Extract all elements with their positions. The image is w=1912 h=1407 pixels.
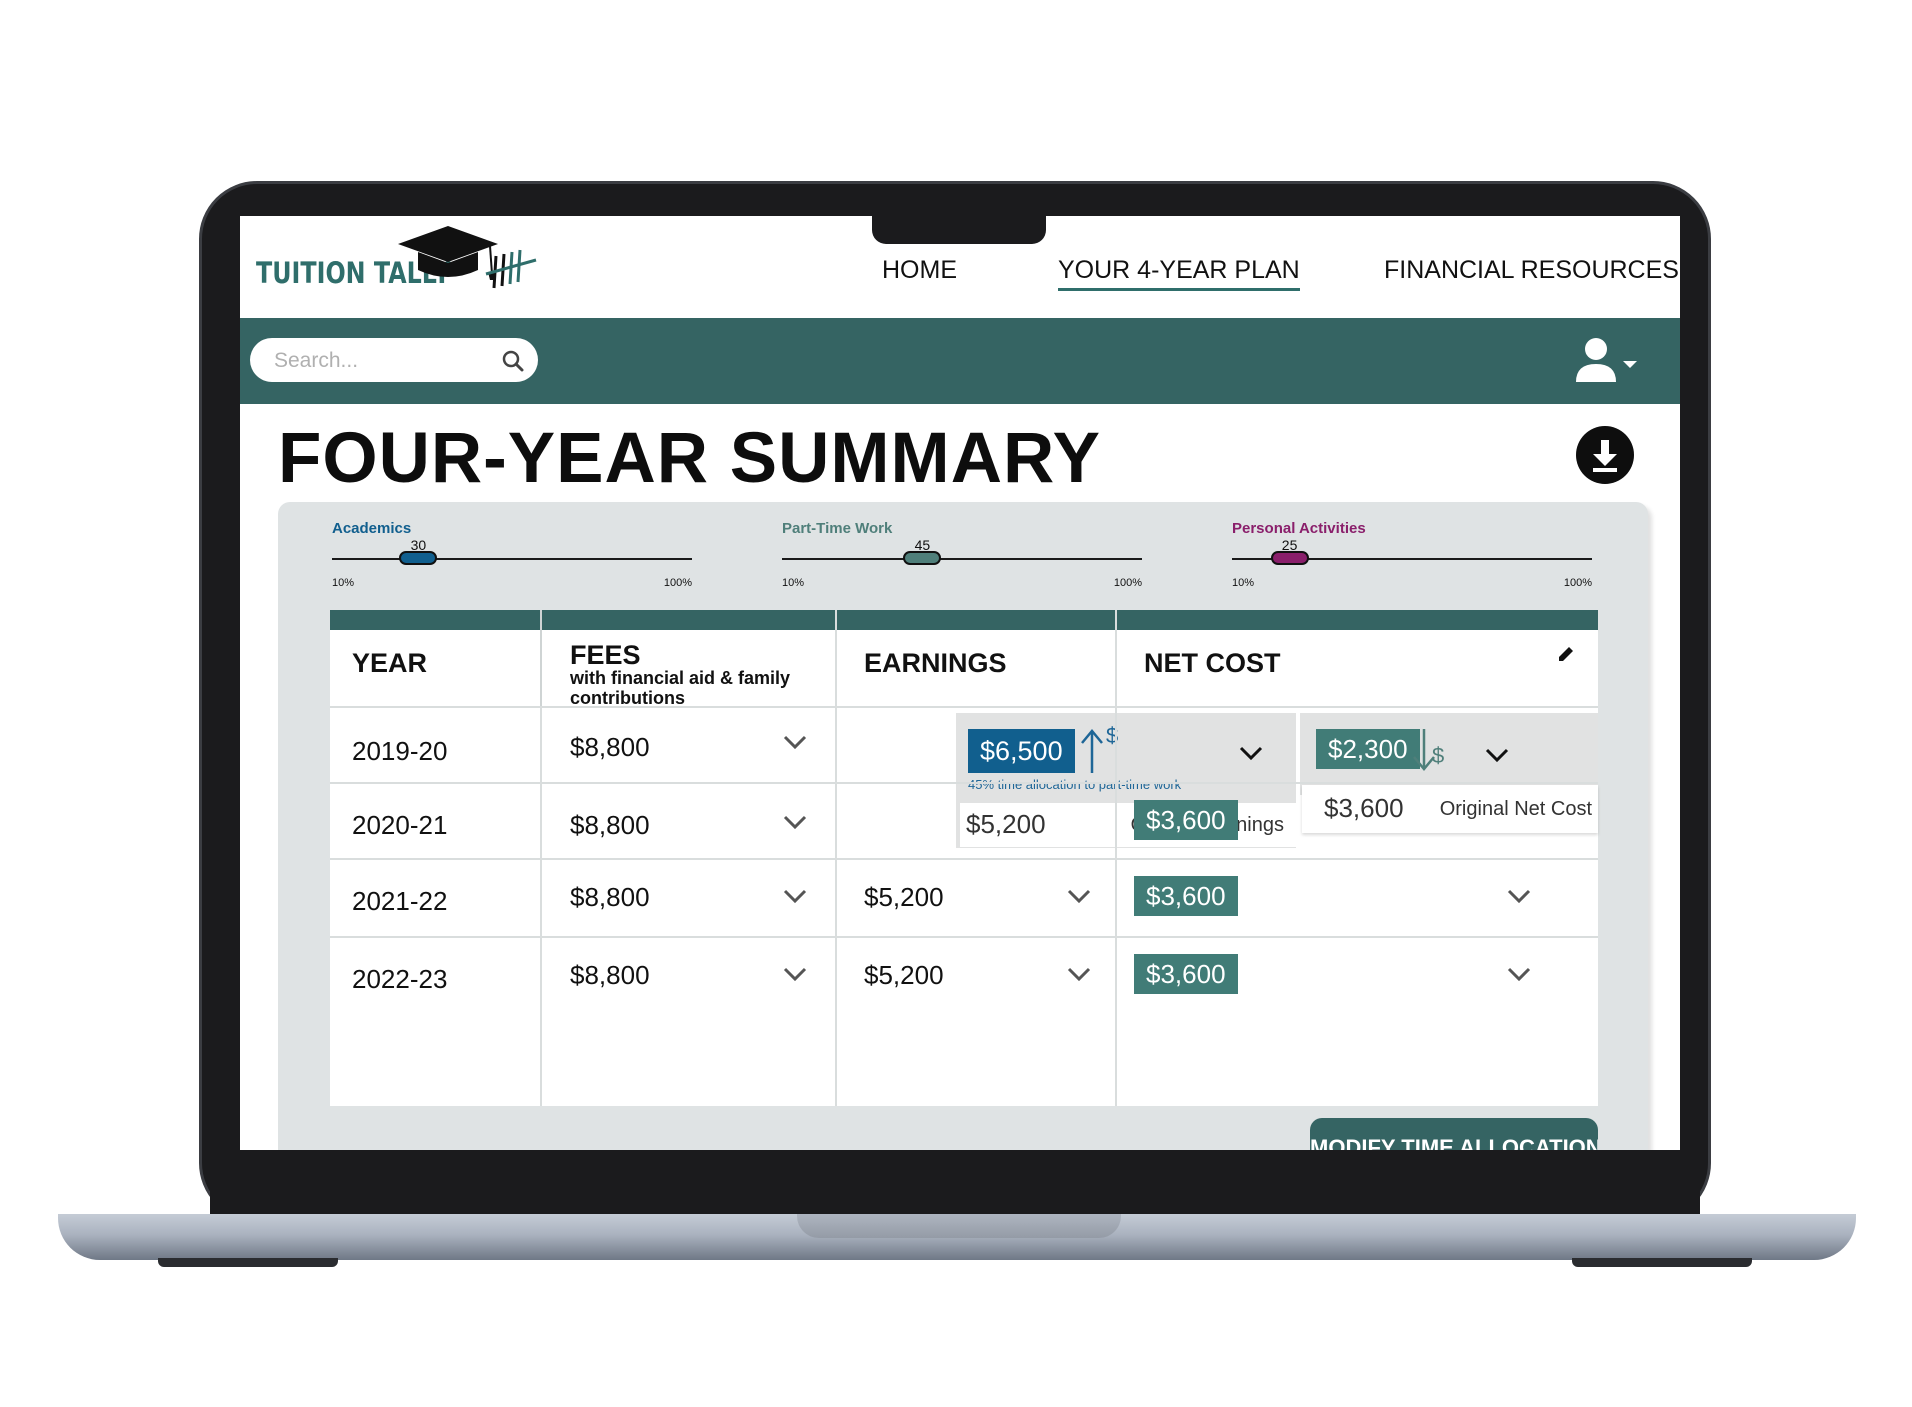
header-year: YEAR: [352, 648, 428, 678]
net-cost-value-badge[interactable]: $3,600: [1134, 876, 1238, 916]
table-header-bar: [330, 610, 1598, 630]
year-cell: 2022-23: [352, 964, 448, 994]
slider-max-label: 100%: [1113, 577, 1142, 589]
slider-thumb[interactable]: [903, 551, 942, 565]
chevron-down-icon[interactable]: [782, 888, 808, 904]
original-earnings-value: $5,200: [966, 809, 1046, 839]
user-menu[interactable]: [1576, 336, 1646, 386]
summary-panel: Academics 30 10% 100% Part-Time Work 45 …: [278, 502, 1648, 1150]
search-box: [250, 338, 538, 382]
fees-cell: $8,800: [570, 960, 650, 990]
header-fees-subtitle: with financial aid & family contribution…: [570, 668, 791, 708]
slider-label: Academics: [332, 520, 412, 537]
earnings-allocation-note: 45% time allocation to part-time work: [968, 777, 1182, 792]
laptop-foot: [158, 1258, 338, 1267]
slider-track[interactable]: [332, 558, 692, 560]
header-earnings: EARNINGS: [864, 648, 1007, 678]
search-input[interactable]: [272, 344, 486, 378]
original-net-cost-row: $3,600 Original Net Cost: [1302, 785, 1598, 833]
header-fees: FEES: [570, 640, 641, 670]
earnings-cell: $5,200: [864, 882, 944, 912]
camera-notch: [872, 216, 1046, 244]
nav-home[interactable]: HOME: [882, 256, 957, 285]
download-button[interactable]: [1576, 426, 1634, 484]
net-cost-value-badge[interactable]: $3,600: [1134, 800, 1238, 840]
row-divider: [330, 706, 1598, 708]
user-icon: [1576, 338, 1616, 382]
slider-min-label: 10%: [782, 577, 805, 589]
dollar-indicator: $: [1432, 743, 1445, 768]
page-title: FOUR-YEAR SUMMARY: [278, 419, 1101, 498]
chevron-down-icon[interactable]: [1506, 966, 1532, 982]
chevron-down-icon[interactable]: [1238, 745, 1264, 761]
slider-label: Personal Activities: [1232, 520, 1366, 537]
slider-max-label: 100%: [1563, 577, 1592, 589]
net-cost-value-badge[interactable]: $2,300: [1316, 729, 1420, 769]
earnings-cell-expanded: $6,500 $ 45% time allocation to part-tim…: [956, 713, 1296, 848]
header-net-cost: NET COST: [1144, 648, 1281, 678]
slider-max-label: 100%: [663, 577, 692, 589]
toolbar: [240, 318, 1680, 404]
chevron-down-icon[interactable]: [1506, 888, 1532, 904]
original-net-cost-label: Original Net Cost: [1439, 798, 1592, 820]
laptop-opening-notch: [797, 1214, 1121, 1238]
fees-cell: $8,800: [570, 882, 650, 912]
laptop-bezel: [210, 1150, 1700, 1218]
column-divider: [540, 610, 542, 706]
chevron-down-icon[interactable]: [782, 734, 808, 750]
fees-cell: $8,800: [570, 732, 650, 762]
chevron-down-icon[interactable]: [1066, 888, 1092, 904]
row-divider: [330, 782, 1598, 784]
graduation-cap-tally-icon: [398, 226, 537, 289]
chevron-down-icon[interactable]: [782, 814, 808, 830]
year-cell: 2021-22: [352, 886, 448, 916]
modify-time-allocation-button[interactable]: MODIFY TIME ALLOCATION: [1310, 1118, 1598, 1150]
slider-thumb[interactable]: [399, 551, 438, 565]
slider-thumb[interactable]: [1270, 551, 1309, 565]
row-divider: [330, 936, 1598, 938]
download-icon: [1593, 440, 1617, 472]
screen: TUITION TALLY HOME YOUR 4-YEAR PLAN FINA…: [240, 216, 1680, 1150]
earnings-value-badge[interactable]: $6,500: [968, 729, 1075, 773]
earnings-cell: $5,200: [864, 960, 944, 990]
slider-personal-activities: Personal Activities 25 10% 100%: [1232, 520, 1592, 589]
fees-cell: $8,800: [570, 810, 650, 840]
slider-track[interactable]: [782, 558, 1142, 560]
chevron-down-icon[interactable]: [1484, 747, 1510, 763]
slider-academics: Academics 30 10% 100%: [332, 520, 692, 589]
summary-table: $6,500 $ 45% time allocation to part-tim…: [330, 610, 1598, 1106]
year-cell: 2020-21: [352, 810, 448, 840]
edit-pencil-icon[interactable]: [1556, 644, 1576, 664]
net-cost-value-badge[interactable]: $3,600: [1134, 954, 1238, 994]
slider-min-label: 10%: [332, 577, 355, 589]
nav-your-4-year-plan[interactable]: YOUR 4-YEAR PLAN: [1058, 256, 1300, 291]
chevron-down-icon[interactable]: [782, 966, 808, 982]
logo[interactable]: TUITION TALLY: [248, 220, 548, 300]
search-icon[interactable]: [500, 348, 526, 374]
nav-financial-resources[interactable]: FINANCIAL RESOURCES: [1384, 256, 1679, 285]
caret-down-icon: [1623, 361, 1637, 368]
slider-part-time-work: Part-Time Work 45 10% 100%: [782, 520, 1142, 589]
row-divider: [330, 858, 1598, 860]
slider-min-label: 10%: [1232, 577, 1255, 589]
slider-label: Part-Time Work: [782, 520, 893, 537]
original-net-cost-value: $3,600: [1324, 793, 1404, 823]
original-earnings-row: $5,200 Original Earnings: [960, 803, 1296, 847]
year-cell: 2019-20: [352, 736, 448, 766]
chevron-down-icon[interactable]: [1066, 966, 1092, 982]
laptop-foot: [1572, 1258, 1752, 1267]
